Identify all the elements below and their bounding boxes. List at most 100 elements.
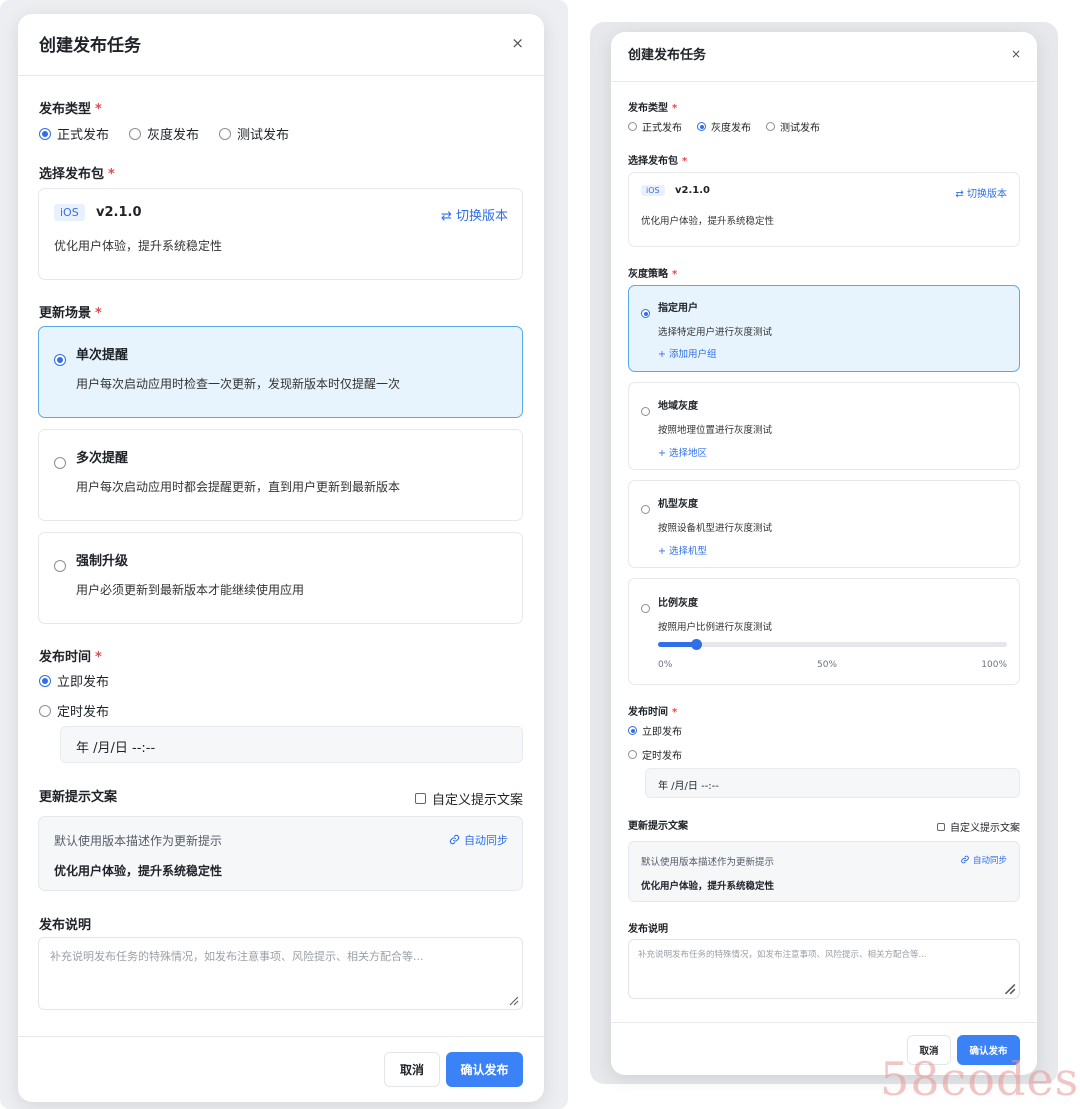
- create-release-dialog-formal: 创建发布任务 × 发布类型 * 正式发布 灰度发布 测试发布 选择发布包 * iOS…: [18, 14, 544, 1102]
- prompt-text: 优化用户体验，提升系统稳定性: [54, 864, 223, 878]
- dialog-footer: 取消 确认发布: [18, 1036, 544, 1102]
- strategy-desc: 按照设备机型进行灰度测试: [658, 523, 773, 534]
- release-time-scheduled[interactable]: 定时发布: [39, 701, 109, 720]
- create-release-dialog-gray: 创建发布任务 × 发布类型 * 正式发布 灰度发布 测试发布 选择发布包 * iOS…: [611, 32, 1037, 1075]
- strategy-title: 比例灰度: [658, 598, 698, 609]
- strategy-title: 机型灰度: [658, 499, 698, 510]
- radio-icon[interactable]: [641, 604, 650, 613]
- datetime-input[interactable]: 年 /月/日 --:--: [645, 768, 1020, 798]
- release-notes-textarea[interactable]: 补充说明发布任务的特殊情况，如发布注意事项、风险提示、相关方配合等...: [38, 937, 523, 1010]
- release-time-scheduled[interactable]: 定时发布: [628, 747, 682, 762]
- add-user-group-link[interactable]: + 添加用户组: [658, 346, 716, 360]
- release-type-option-gray[interactable]: 灰度发布: [697, 119, 751, 134]
- scene-desc: 用户必须更新到最新版本才能继续使用应用: [76, 583, 305, 597]
- release-type-option-gray[interactable]: 灰度发布: [129, 124, 199, 143]
- ratio-slider-track[interactable]: [658, 642, 1007, 647]
- prompt-text: 优化用户体验，提升系统稳定性: [641, 881, 775, 892]
- resize-handle-icon[interactable]: [1002, 981, 1016, 995]
- switch-version-link[interactable]: ⇄ 切换版本: [441, 205, 508, 224]
- radio-icon[interactable]: [697, 122, 706, 131]
- package-description: 优化用户体验，提升系统稳定性: [641, 216, 775, 227]
- strategy-card-users[interactable]: 指定用户 选择特定用户进行灰度测试 + 添加用户组: [628, 285, 1020, 372]
- dialog-title: 创建发布任务: [39, 36, 141, 56]
- release-type-option-test[interactable]: 测试发布: [766, 119, 820, 134]
- release-time-label: 发布时间 *: [39, 650, 102, 665]
- release-time-now[interactable]: 立即发布: [628, 723, 682, 738]
- radio-icon[interactable]: [641, 407, 650, 416]
- select-device-link[interactable]: + 选择机型: [658, 543, 707, 557]
- auto-sync-link[interactable]: 自动同步: [960, 854, 1007, 866]
- radio-icon[interactable]: [628, 122, 637, 131]
- radio-icon[interactable]: [129, 127, 142, 140]
- package-version: v2.1.0: [96, 205, 142, 220]
- update-prompt-label: 更新提示文案: [39, 790, 118, 805]
- package-label: 选择发布包 *: [628, 156, 688, 167]
- release-time-now[interactable]: 立即发布: [39, 671, 109, 690]
- release-type-option-formal[interactable]: 正式发布: [628, 119, 682, 134]
- dialog-header: 创建发布任务 ×: [611, 32, 1037, 82]
- package-card: iOS v2.1.0 ⇄ 切换版本 优化用户体验，提升系统稳定性: [628, 172, 1020, 247]
- radio-icon[interactable]: [39, 704, 51, 717]
- prompt-preview-card: 默认使用版本描述作为更新提示 自动同步 优化用户体验，提升系统稳定性: [628, 841, 1020, 902]
- strategy-card-ratio[interactable]: 比例灰度 按照用户比例进行灰度测试 0% 50% 100%: [628, 578, 1020, 685]
- scene-title: 强制升级: [76, 554, 129, 569]
- prompt-default-note: 默认使用版本描述作为更新提示: [54, 834, 223, 848]
- prompt-preview-card: 默认使用版本描述作为更新提示 自动同步 优化用户体验，提升系统稳定性: [38, 816, 523, 891]
- release-notes-textarea[interactable]: 补充说明发布任务的特殊情况，如发布注意事项、风险提示、相关方配合等...: [628, 939, 1020, 999]
- checkbox-icon[interactable]: [937, 822, 945, 831]
- release-time-label: 发布时间 *: [628, 707, 678, 718]
- scene-title: 多次提醒: [76, 451, 129, 466]
- datetime-input[interactable]: 年 /月/日 --:--: [60, 726, 523, 763]
- radio-icon[interactable]: [628, 726, 637, 735]
- resize-handle-icon[interactable]: [507, 994, 519, 1006]
- slider-tick-0: 0%: [658, 660, 673, 670]
- strategy-title: 指定用户: [658, 303, 698, 314]
- cancel-button[interactable]: 取消: [384, 1052, 440, 1087]
- scene-card-force[interactable]: 强制升级 用户必须更新到最新版本才能继续使用应用: [38, 532, 523, 624]
- select-region-link[interactable]: + 选择地区: [658, 445, 707, 459]
- strategy-desc: 选择特定用户进行灰度测试: [658, 327, 773, 338]
- release-notes-label: 发布说明: [628, 924, 668, 935]
- radio-icon[interactable]: [54, 559, 66, 572]
- radio-icon[interactable]: [641, 505, 650, 514]
- release-notes-label: 发布说明: [39, 918, 92, 933]
- watermark-text: 58codes: [880, 1052, 1080, 1106]
- scene-title: 单次提醒: [76, 348, 129, 363]
- package-description: 优化用户体验，提升系统稳定性: [54, 239, 223, 253]
- dialog-header: 创建发布任务 ×: [18, 14, 544, 76]
- close-icon[interactable]: ×: [511, 34, 524, 52]
- strategy-card-region[interactable]: 地域灰度 按照地理位置进行灰度测试 + 选择地区: [628, 382, 1020, 470]
- auto-sync-link[interactable]: 自动同步: [448, 832, 508, 848]
- custom-prompt-checkbox[interactable]: 自定义提示文案: [937, 819, 1020, 834]
- scene-card-multiple[interactable]: 多次提醒 用户每次启动应用时都会提醒更新，直到用户更新到最新版本: [38, 429, 523, 521]
- update-scene-label: 更新场景 *: [39, 306, 102, 321]
- strategy-title: 地域灰度: [658, 401, 698, 412]
- gray-strategy-label: 灰度策略 *: [628, 269, 678, 280]
- confirm-release-button[interactable]: 确认发布: [446, 1052, 523, 1087]
- radio-icon[interactable]: [219, 127, 232, 140]
- checkbox-icon[interactable]: [414, 793, 426, 804]
- radio-icon[interactable]: [54, 456, 66, 469]
- radio-icon[interactable]: [628, 750, 637, 759]
- strategy-desc: 按照用户比例进行灰度测试: [658, 622, 773, 633]
- swap-icon: ⇄: [440, 209, 452, 224]
- radio-icon[interactable]: [39, 674, 51, 687]
- scene-desc: 用户每次启动应用时都会提醒更新，直到用户更新到最新版本: [76, 480, 401, 494]
- radio-icon[interactable]: [641, 309, 650, 318]
- release-type-option-formal[interactable]: 正式发布: [39, 124, 109, 143]
- strategy-card-device[interactable]: 机型灰度 按照设备机型进行灰度测试 + 选择机型: [628, 480, 1020, 568]
- close-icon[interactable]: ×: [1011, 47, 1021, 61]
- radio-icon[interactable]: [39, 127, 51, 140]
- strategy-desc: 按照地理位置进行灰度测试: [658, 425, 773, 436]
- package-version: v2.1.0: [675, 185, 710, 196]
- release-type-option-test[interactable]: 测试发布: [219, 124, 289, 143]
- scene-card-single[interactable]: 单次提醒 用户每次启动应用时检查一次更新，发现新版本时仅提醒一次: [38, 326, 523, 418]
- ratio-slider-thumb[interactable]: [691, 639, 703, 650]
- radio-icon[interactable]: [54, 353, 66, 366]
- dialog-title: 创建发布任务: [628, 48, 707, 63]
- custom-prompt-checkbox[interactable]: 自定义提示文案: [414, 789, 523, 808]
- radio-icon[interactable]: [766, 122, 775, 131]
- prompt-default-note: 默认使用版本描述作为更新提示: [641, 857, 775, 868]
- slider-tick-100: 100%: [981, 660, 1007, 670]
- switch-version-link[interactable]: ⇄ 切换版本: [955, 185, 1007, 200]
